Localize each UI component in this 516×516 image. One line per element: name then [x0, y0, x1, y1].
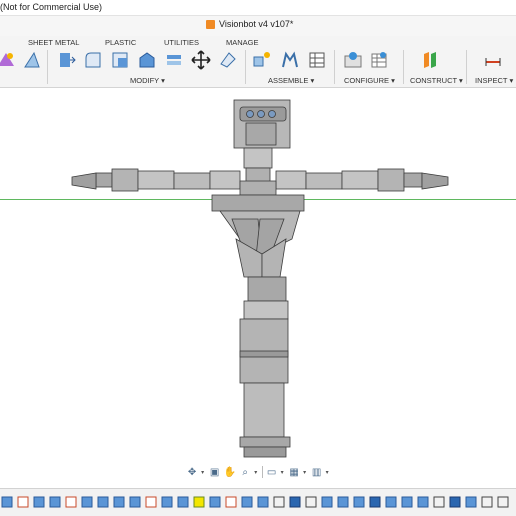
chevron-down-icon[interactable]: ▾: [303, 469, 307, 476]
timeline-body-icon[interactable]: [129, 496, 141, 508]
timeline-body-icon[interactable]: [49, 496, 61, 508]
timeline-feature-selected[interactable]: [193, 496, 205, 508]
timeline-body-icon[interactable]: [321, 496, 333, 508]
construct-menu[interactable]: CONSTRUCT ▾: [410, 76, 463, 85]
tab-sheet-metal[interactable]: SHEET METAL: [28, 38, 79, 47]
triangle-shape-icon[interactable]: [22, 50, 42, 70]
timeline-body-icon[interactable]: [177, 496, 189, 508]
timeline-features[interactable]: [0, 489, 516, 516]
timeline-sketch-icon[interactable]: [65, 496, 77, 508]
align-icon[interactable]: [218, 50, 238, 70]
timeline-body-icon[interactable]: [241, 496, 253, 508]
timeline-body-icon[interactable]: [417, 496, 429, 508]
tab-manage[interactable]: MANAGE: [226, 38, 259, 47]
timeline-sketch-icon[interactable]: [145, 496, 157, 508]
grid-settings-icon[interactable]: ▦: [288, 465, 300, 479]
timeline-move-icon[interactable]: [433, 496, 445, 508]
configure-table-icon[interactable]: [369, 50, 389, 70]
joint-icon[interactable]: [280, 50, 300, 70]
document-cube-icon: [206, 19, 215, 29]
chevron-down-icon[interactable]: ▾: [201, 469, 205, 476]
document-tab-row: Visionbot v4 v107*: [0, 16, 516, 36]
viewport-canvas[interactable]: [0, 89, 516, 487]
timeline-move-icon[interactable]: [481, 496, 493, 508]
timeline-joint-icon[interactable]: [369, 496, 381, 508]
modify-menu[interactable]: MODIFY ▾: [130, 76, 165, 85]
pan-icon[interactable]: ✋: [224, 465, 236, 479]
timeline-body-icon[interactable]: [33, 496, 45, 508]
fillet-icon[interactable]: [83, 50, 103, 70]
timeline-body-icon[interactable]: [337, 496, 349, 508]
title-bar: (Not for Commercial Use): [0, 0, 516, 16]
timeline-move-icon[interactable]: [305, 496, 317, 508]
chamfer-icon[interactable]: [110, 50, 130, 70]
timeline-body-icon[interactable]: [385, 496, 397, 508]
shell-icon[interactable]: [137, 50, 157, 70]
sheet-metal-icon[interactable]: [0, 50, 16, 70]
ribbon-separator: [47, 50, 48, 84]
design-timeline[interactable]: [0, 488, 516, 516]
timeline-body-icon[interactable]: [97, 496, 109, 508]
timeline-body-icon[interactable]: [257, 496, 269, 508]
timeline-body-icon[interactable]: [465, 496, 477, 508]
configure-menu[interactable]: CONFIGURE ▾: [344, 76, 395, 85]
timeline-sketch-icon[interactable]: [17, 496, 29, 508]
ribbon-separator: [334, 50, 335, 84]
move-copy-icon[interactable]: [191, 50, 211, 70]
timeline-body-icon[interactable]: [209, 496, 221, 508]
tab-utilities[interactable]: UTILITIES: [164, 38, 199, 47]
chevron-down-icon[interactable]: ▾: [254, 469, 258, 476]
configure-theme-icon[interactable]: [343, 50, 363, 70]
timeline-joint-icon[interactable]: [289, 496, 301, 508]
orbit-icon[interactable]: ✥: [186, 465, 198, 479]
measure-icon[interactable]: [483, 50, 503, 70]
zoom-icon[interactable]: ⌕: [239, 465, 251, 479]
as-built-joint-icon[interactable]: [307, 50, 327, 70]
ribbon-separator: [466, 50, 467, 84]
timeline-sketch-icon[interactable]: [225, 496, 237, 508]
assemble-menu[interactable]: ASSEMBLE ▾: [268, 76, 314, 85]
app-title: (Not for Commercial Use): [0, 2, 103, 12]
timeline-joint-icon[interactable]: [449, 496, 461, 508]
viewports-icon[interactable]: ▥: [310, 465, 322, 479]
timeline-move-icon[interactable]: [273, 496, 285, 508]
ribbon: SHEET METAL PLASTIC UTILITIES MANAGE MOD…: [0, 36, 516, 88]
timeline-body-icon[interactable]: [81, 496, 93, 508]
offset-plane-icon[interactable]: [420, 50, 440, 70]
document-tab-label: Visionbot v4 v107*: [219, 19, 294, 29]
document-tab[interactable]: Visionbot v4 v107*: [206, 19, 293, 29]
chevron-down-icon[interactable]: ▾: [326, 469, 330, 476]
chevron-down-icon[interactable]: ▾: [281, 469, 285, 476]
display-settings-icon[interactable]: ▭: [265, 465, 277, 479]
inspect-menu[interactable]: INSPECT ▾: [475, 76, 513, 85]
combine-icon[interactable]: [164, 50, 184, 70]
ribbon-separator: [403, 50, 404, 84]
tab-plastic[interactable]: PLASTIC: [105, 38, 136, 47]
timeline-body-icon[interactable]: [1, 496, 13, 508]
timeline-move-icon[interactable]: [497, 496, 509, 508]
navigation-toolbar: ✥ ▾ ▣ ✋ ⌕ ▾ ▭ ▾ ▦ ▾ ▥ ▾: [182, 463, 334, 481]
look-at-icon[interactable]: ▣: [209, 465, 221, 479]
timeline-body-icon[interactable]: [353, 496, 365, 508]
ribbon-separator: [245, 50, 246, 84]
timeline-body-icon[interactable]: [113, 496, 125, 508]
toolbar-separator: [261, 466, 263, 478]
press-pull-icon[interactable]: [56, 50, 76, 70]
timeline-body-icon[interactable]: [401, 496, 413, 508]
new-component-icon[interactable]: [252, 50, 272, 70]
timeline-body-icon[interactable]: [161, 496, 173, 508]
robot-model[interactable]: [0, 89, 516, 463]
